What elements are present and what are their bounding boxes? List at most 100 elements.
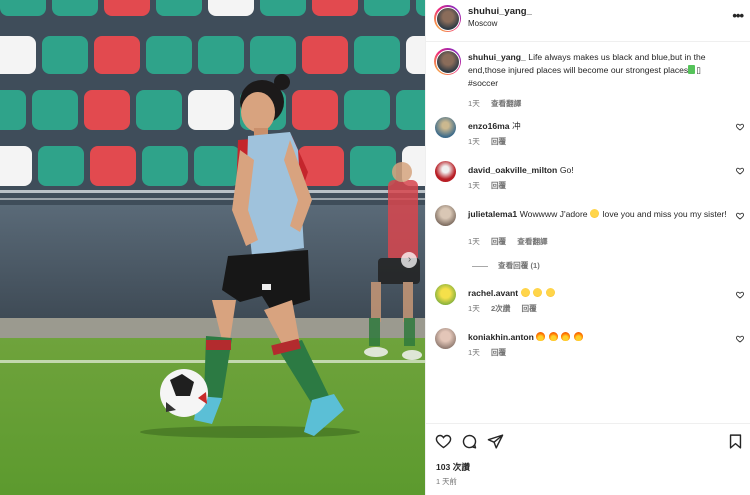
heart-eyes-emoji-icon [533,288,543,297]
comment-meta: 1天 回覆 查看翻譯 [468,236,557,247]
stadium-seat [364,0,410,16]
comment-username[interactable]: julietalema1 [468,209,517,219]
hashtag-link[interactable]: #soccer [468,78,498,88]
author-avatar[interactable] [434,48,461,75]
stadium-seat [0,0,46,16]
stadium-seat [406,36,425,74]
stadium-seat [250,36,296,74]
stadium-seat [354,36,400,74]
stadium-seat [146,36,192,74]
commenter-avatar[interactable] [435,328,456,349]
stadium-seat [260,0,306,16]
commenter-avatar[interactable] [435,284,456,305]
heart-icon[interactable] [736,167,744,175]
caption-mark: ▯ [696,65,701,75]
bookmark-icon[interactable] [727,433,744,450]
comment-text: julietalema1 Wowwww J'adore love you and… [468,208,730,221]
comment-username[interactable]: david_oakville_milton [468,165,557,175]
comment-body-cont: love you and miss you my sister! [602,209,727,219]
stadium-seat [0,146,32,186]
caption-time: 1天 [468,99,480,108]
caption-username[interactable]: shuhui_yang_ [468,52,526,62]
stadium-seat [188,90,234,130]
stadium-seat [292,90,338,130]
stadium-seat [84,90,130,130]
stadium-seat [42,36,88,74]
soccer-training-image [0,0,425,495]
carousel-next-button[interactable]: › [401,252,417,268]
stadium-seat [344,90,390,130]
stadium-seat [0,36,36,74]
like-count[interactable]: 103 次讚 [436,461,470,473]
stadium-seat [396,90,425,130]
stadium-seat [94,36,140,74]
fire-emoji-icon [561,332,571,341]
commenter-avatar[interactable] [435,161,456,182]
comment-time: 1天 [468,348,480,357]
more-icon[interactable]: ••• [732,8,744,23]
fire-emoji-icon [536,332,546,341]
stadium-seat [350,146,396,186]
author-username[interactable]: shuhui_yang_ [468,6,532,17]
heart-eyes-emoji-icon [545,288,555,297]
stadium-seat [32,90,78,130]
heart-eyes-emoji-icon [590,209,600,218]
caption-meta: 1天 查看翻譯 [468,98,530,109]
post-header: shuhui_yang_ Moscow ••• [426,0,750,42]
reply-button[interactable]: 回覆 [491,181,506,190]
view-replies-button[interactable]: 查看回覆 (1) [472,260,540,271]
heart-icon[interactable] [435,433,452,450]
stadium-seat [198,36,244,74]
stadium-seat [0,90,26,130]
comment-meta: 1天 回覆 [468,136,515,147]
translate-button[interactable]: 查看翻譯 [517,237,547,246]
reply-button[interactable]: 回覆 [522,304,537,313]
heart-icon[interactable] [736,335,744,343]
comment-body: Go! [559,165,574,175]
heart-icon[interactable] [736,123,744,131]
heart-eyes-emoji-icon [520,288,530,297]
comment-username[interactable]: enzo16ma [468,121,510,131]
comment-time: 1天 [468,181,480,190]
commenter-avatar[interactable] [435,117,456,138]
post-location[interactable]: Moscow [468,19,497,28]
comment-time: 1天 [468,237,480,246]
comment-body: 冲 [512,121,521,131]
comment-meta: 1天 2次讚 回覆 [468,303,546,314]
post-photo: › [0,0,425,495]
stadium-seat [90,146,136,186]
comment-icon[interactable] [461,433,478,450]
heart-icon[interactable] [736,291,744,299]
commenter-avatar[interactable] [435,205,456,226]
post-time: 1 天前 [436,477,457,486]
stadium-seat [302,36,348,74]
reply-button[interactable]: 回覆 [491,348,506,357]
stadium-seat [136,90,182,130]
comment-body: Wowwww J'adore [519,209,588,219]
comment-time: 1天 [468,304,480,313]
chevron-right-icon: › [407,254,412,265]
stadium-seat [208,0,254,16]
stadium-seat [156,0,202,16]
comment-text: koniakhin.anton [468,331,730,343]
fire-emoji-icon [548,332,558,341]
comment-username[interactable]: koniakhin.anton [468,332,534,342]
stadium-seat [194,146,240,186]
share-icon[interactable] [487,433,504,450]
stadium-seat [38,146,84,186]
comment-likes[interactable]: 2次讚 [491,304,510,313]
muscle-emoji-icon [688,65,696,74]
view-replies-label: 查看回覆 (1) [498,261,540,270]
comment-text: david_oakville_milton Go! [468,164,730,177]
author-avatar[interactable] [434,5,461,32]
reply-button[interactable]: 回覆 [491,137,506,146]
caption-text: shuhui_yang_ Life always makes us black … [468,51,730,90]
stadium-seat [312,0,358,16]
reply-button[interactable]: 回覆 [491,237,506,246]
divider [472,265,488,267]
translate-button[interactable]: 查看翻譯 [491,99,521,108]
heart-icon[interactable] [736,212,744,220]
comment-username[interactable]: rachel.avant [468,288,518,298]
comments-list[interactable]: shuhui_yang_ Life always makes us black … [426,43,750,423]
post-actions: 103 次讚 1 天前 [426,423,750,495]
